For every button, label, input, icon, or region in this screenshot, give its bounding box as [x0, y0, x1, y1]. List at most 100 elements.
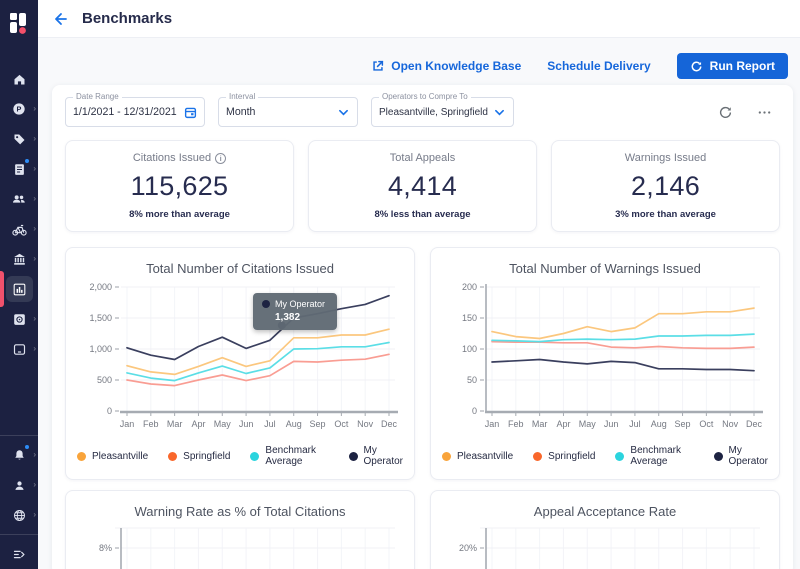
open-knowledge-base-label: Open Knowledge Base [391, 59, 521, 73]
sidebar-item-benchmarks[interactable] [0, 274, 38, 304]
warnings-chart: 050100150200JanFebMarAprMayJunJulAugSepO… [442, 281, 768, 438]
document-icon [12, 162, 27, 177]
legend-item[interactable]: Springfield [168, 451, 230, 462]
chart-title: Appeal Acceptance Rate [442, 504, 768, 519]
svg-text:P: P [17, 104, 22, 113]
svg-text:0: 0 [472, 406, 477, 416]
operators-label: Operators to Compre To [379, 92, 471, 101]
svg-text:Jan: Jan [120, 419, 135, 429]
stat-card-citations: Citations Issued i 115,625 8% more than … [65, 140, 294, 232]
charts-row-bottom: Warning Rate as % of Total Citations 8%6… [65, 490, 780, 569]
stat-value: 2,146 [631, 171, 700, 202]
stat-value: 115,625 [131, 171, 229, 202]
sidebar-item-operators[interactable]: P › [0, 94, 38, 124]
home-icon [12, 72, 27, 87]
bank-icon [12, 252, 27, 267]
svg-text:20%: 20% [459, 543, 477, 553]
date-range-select[interactable]: Date Range 1/1/2021 - 12/31/2021 [65, 97, 205, 127]
stat-delta: 3% more than average [615, 209, 716, 220]
svg-text:Nov: Nov [357, 419, 374, 429]
svg-text:50: 50 [467, 375, 477, 385]
schedule-delivery-link[interactable]: Schedule Delivery [547, 59, 650, 73]
chevron-right-icon: › [33, 135, 36, 143]
sidebar-item-home[interactable] [0, 64, 38, 94]
legend-item[interactable]: Benchmark Average [615, 445, 693, 467]
sidebar-item-documents[interactable]: › [0, 154, 38, 184]
svg-text:Sep: Sep [675, 419, 691, 429]
sidebar-footer: › › › [0, 431, 38, 569]
legend-dot-icon [250, 452, 259, 461]
chart-legend: Pleasantville Springfield Benchmark Averag… [442, 445, 768, 467]
legend-label: Benchmark Average [630, 445, 693, 467]
logo-icon [9, 11, 29, 35]
open-knowledge-base-link[interactable]: Open Knowledge Base [371, 59, 521, 73]
appeal-rate-chart-card: Appeal Acceptance Rate 20%15% [430, 490, 780, 569]
chart-plot: 05001,0001,5002,000JanFebMarAprMayJunJul… [77, 281, 403, 438]
sidebar-item-products[interactable]: › [0, 304, 38, 334]
legend-item[interactable]: My Operator [714, 445, 768, 467]
chart-plot: 050100150200JanFebMarAprMayJunJulAugSepO… [442, 281, 768, 438]
refresh-button[interactable] [718, 105, 733, 120]
citations-chart: 05001,0001,5002,000JanFebMarAprMayJunJul… [77, 281, 403, 438]
stats-row: Citations Issued i 115,625 8% more than … [65, 140, 780, 232]
stat-card-appeals: Total Appeals 4,414 8% less than average [308, 140, 537, 232]
sidebar-item-bikes[interactable]: › [0, 214, 38, 244]
operator-p-icon: P [11, 101, 27, 117]
svg-text:Dec: Dec [381, 419, 398, 429]
chevron-right-icon: › [33, 165, 36, 173]
run-report-button[interactable]: Run Report [677, 53, 788, 79]
svg-text:Sep: Sep [310, 419, 326, 429]
tag-icon [12, 132, 27, 147]
svg-text:100: 100 [462, 344, 477, 354]
chart-plot: 8%6% [77, 524, 403, 569]
chevron-right-icon: › [33, 451, 36, 459]
device-icon [12, 342, 27, 357]
sidebar-item-account[interactable]: › [0, 470, 38, 500]
chart-title: Warning Rate as % of Total Citations [77, 504, 403, 519]
legend-item[interactable]: My Operator [349, 445, 403, 467]
chevron-right-icon: › [33, 105, 36, 113]
interval-value: Month [226, 106, 255, 118]
sidebar-item-tags[interactable]: › [0, 124, 38, 154]
app-logo[interactable] [0, 0, 38, 46]
interval-select[interactable]: Interval Month [218, 97, 358, 127]
sidebar-item-notifications[interactable]: › [0, 440, 38, 470]
svg-text:1,000: 1,000 [89, 344, 112, 354]
legend-label: Springfield [548, 451, 595, 462]
chevron-down-icon [493, 106, 506, 119]
users-icon [11, 191, 27, 207]
sidebar-item-language[interactable]: › [0, 500, 38, 530]
person-icon [12, 478, 27, 493]
refresh-icon [690, 60, 703, 73]
chevron-right-icon: › [33, 345, 36, 353]
chart-title: Total Number of Warnings Issued [442, 261, 768, 276]
svg-text:150: 150 [462, 313, 477, 323]
top-bar: Benchmarks [38, 0, 800, 38]
report-panel: Date Range 1/1/2021 - 12/31/2021 Interva… [52, 85, 793, 569]
back-arrow-icon [52, 11, 68, 27]
operators-select[interactable]: Operators to Compre To Pleasantville, Sp… [371, 97, 514, 127]
legend-dot-icon [168, 452, 177, 461]
sidebar-item-users[interactable]: › [0, 184, 38, 214]
legend-item[interactable]: Benchmark Average [250, 445, 328, 467]
more-options-button[interactable] [757, 105, 772, 120]
svg-text:Jan: Jan [485, 419, 500, 429]
legend-item[interactable]: Pleasantville [442, 451, 513, 462]
ellipsis-icon [757, 105, 772, 120]
svg-text:Oct: Oct [334, 419, 349, 429]
legend-dot-icon [77, 452, 86, 461]
svg-text:2,000: 2,000 [89, 282, 112, 292]
svg-text:Mar: Mar [167, 419, 183, 429]
svg-text:Jun: Jun [604, 419, 619, 429]
info-icon[interactable]: i [215, 153, 226, 164]
svg-text:Mar: Mar [532, 419, 548, 429]
sidebar-item-institutions[interactable]: › [0, 244, 38, 274]
sidebar-collapse-button[interactable] [0, 539, 38, 569]
svg-text:500: 500 [97, 375, 112, 385]
tooltip-value: 1,382 [275, 312, 328, 323]
legend-item[interactable]: Pleasantville [77, 451, 148, 462]
back-button[interactable] [52, 11, 68, 27]
sidebar-item-devices[interactable]: › [0, 334, 38, 364]
legend-item[interactable]: Springfield [533, 451, 595, 462]
svg-text:May: May [579, 419, 597, 429]
